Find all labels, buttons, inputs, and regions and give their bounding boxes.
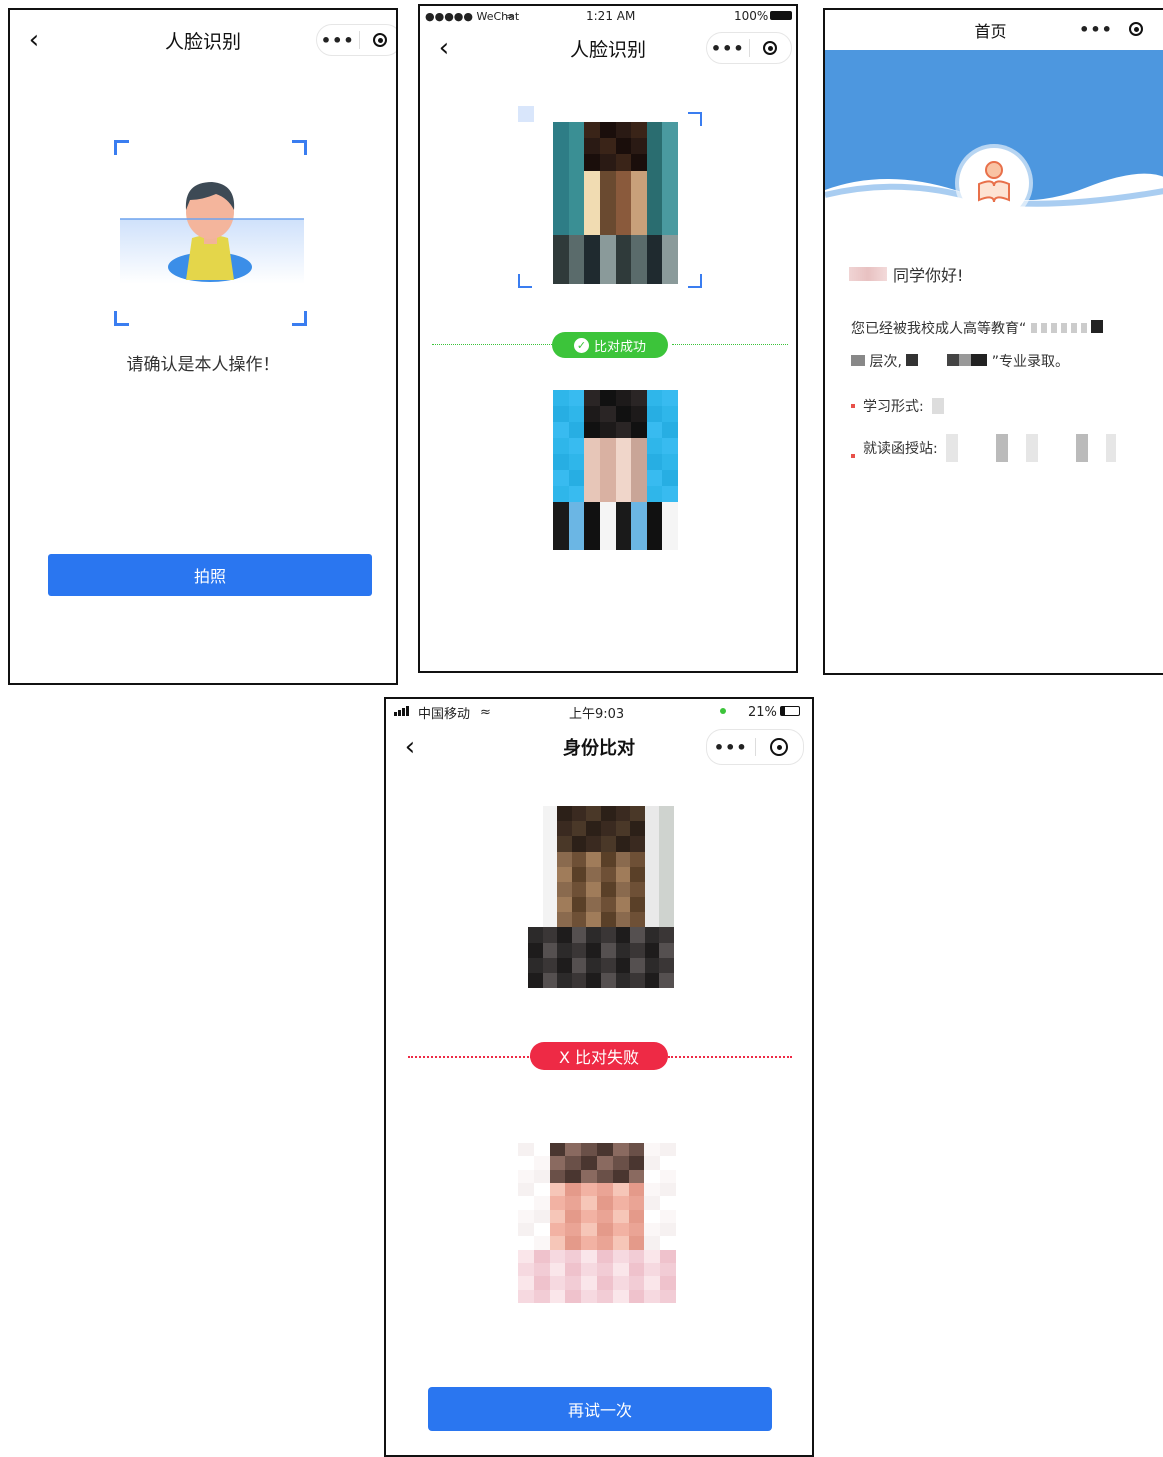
check-icon: ✓	[573, 337, 589, 353]
captured-face-photo	[553, 122, 678, 284]
retry-button[interactable]: 再试一次	[428, 1387, 772, 1431]
charging-dot	[720, 708, 726, 714]
status-bar: ●●●●● WeChat ≈ 1:21 AM 100%	[420, 6, 796, 26]
face-compare-success-screen: ●●●●● WeChat ≈ 1:21 AM 100% ‹ 人脸识别 ••• ✓…	[418, 4, 798, 673]
id-reference-photo	[553, 390, 678, 550]
identity-compare-fail-screen: 中国移动 ≈ 上午9:03 21% ‹ 身份比对 ••• X 比对失败 再试一次	[384, 697, 814, 1457]
status-time: 1:21 AM	[586, 9, 636, 23]
divider-right	[672, 344, 788, 345]
nav-bar: 首页 •••	[825, 10, 1163, 50]
target-icon[interactable]	[750, 41, 792, 55]
wifi-icon: ≈	[506, 9, 516, 23]
success-label: 比对成功	[593, 339, 646, 355]
battery-label: 100%	[734, 9, 769, 23]
reader-avatar-icon	[959, 148, 1029, 218]
nav-bar: ‹ 身份比对 •••	[386, 727, 812, 767]
status-bar: 中国移动 ≈ 上午9:03 21%	[386, 702, 812, 722]
back-arrow-icon[interactable]: ‹	[20, 25, 48, 55]
divider-right	[668, 1056, 792, 1058]
mini-program-capsule: •••	[706, 32, 792, 64]
target-icon[interactable]	[1116, 22, 1156, 36]
student-name-redacted	[849, 267, 887, 281]
battery-label: 21%	[748, 704, 777, 720]
page-title: 人脸识别	[164, 30, 241, 53]
fail-badge: X 比对失败	[530, 1042, 668, 1070]
page-title: 人脸识别	[569, 38, 646, 61]
mini-program-capsule: •••	[316, 24, 397, 56]
more-dots-icon[interactable]: •••	[1076, 20, 1116, 39]
page-title: 身份比对	[563, 738, 635, 759]
battery-icon	[780, 706, 800, 716]
take-photo-button[interactable]: 拍照	[48, 554, 372, 596]
mini-program-capsule: •••	[706, 729, 804, 765]
captured-face-photo	[528, 806, 674, 988]
target-icon[interactable]	[360, 33, 397, 47]
battery-icon	[770, 11, 792, 20]
divider-left	[432, 344, 552, 345]
carrier-label: 中国移动	[418, 706, 471, 722]
status-time: 上午9:03	[569, 706, 625, 722]
confirm-prompt: 请确认是本人操作！	[126, 355, 280, 375]
station-field: 就读函授站:	[851, 434, 1116, 462]
mini-program-capsule: •••	[1076, 14, 1156, 44]
wifi-icon: ≈	[480, 704, 491, 720]
page-title: 首页	[974, 22, 1007, 41]
more-dots-icon[interactable]: •••	[317, 31, 359, 50]
study-mode-field: 学习形式:	[851, 396, 944, 416]
greeting-text: 同学你好!	[893, 266, 964, 285]
admission-message: 您已经被我校成人高等教育“ 层次, ”专业录取。	[851, 313, 1151, 379]
signal-icon	[394, 706, 409, 716]
more-dots-icon[interactable]: •••	[707, 738, 755, 757]
divider-left	[408, 1056, 532, 1058]
id-reference-photo	[518, 1143, 676, 1303]
nav-bar: ‹ 人脸识别 •••	[420, 28, 796, 68]
more-dots-icon[interactable]: •••	[707, 39, 749, 58]
face-recognition-screen: ‹ 人脸识别 ••• 请确认是本人操作！ 拍照	[8, 8, 398, 685]
target-icon[interactable]	[756, 738, 804, 756]
back-arrow-icon[interactable]: ‹	[396, 732, 424, 762]
face-avatar-illustration	[120, 182, 304, 284]
greeting-row: 同学你好!	[849, 262, 963, 286]
nav-bar: ‹ 人脸识别 •••	[10, 20, 396, 60]
success-badge: ✓ 比对成功	[552, 332, 668, 358]
home-screen: 首页 ••• 同学你好! 您已经被我校成人高等教育“ 层次, ”专业录取。 学习…	[823, 8, 1163, 675]
back-arrow-icon[interactable]: ‹	[430, 33, 458, 63]
